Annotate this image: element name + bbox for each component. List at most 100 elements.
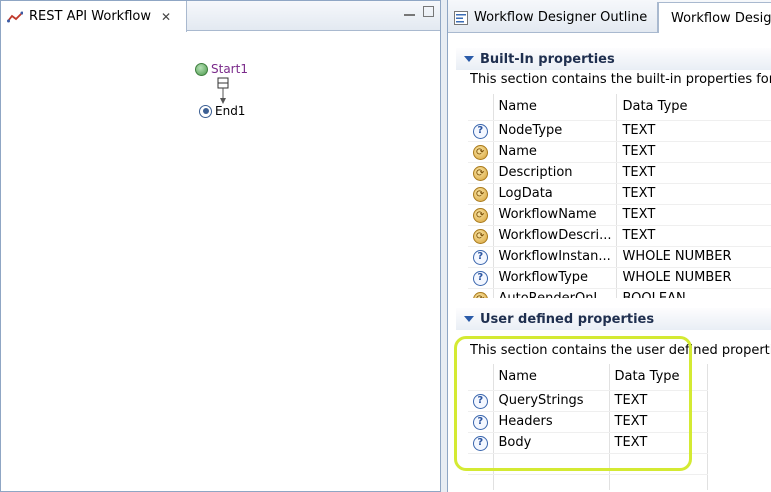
user-properties-header[interactable]: User defined properties [456,308,771,330]
row-icon-cell: ⟳ [468,183,494,205]
question-icon: ? [472,124,488,139]
properties-tab-bar: Workflow Designer Outline Workflow Desig… [448,0,771,33]
property-type: WHOLE NUMBER [616,267,771,289]
row-icon-cell: ? [468,267,494,289]
question-icon: ? [472,271,488,286]
properties-pane: Workflow Designer Outline Workflow Desig… [447,0,771,492]
user-properties-description: This section contains the user defined p… [470,343,771,358]
table-row[interactable]: ? Headers TEXT [468,411,708,433]
editor-tab-title: REST API Workflow [29,9,151,24]
empty-row [468,453,708,475]
property-type: TEXT [616,225,771,247]
row-icon-cell: ⟳ [468,162,494,184]
end-node-label: End1 [215,104,246,118]
empty-row [468,474,708,490]
inherited-property-icon: ⟳ [472,207,488,223]
inherited-property-icon: ⟳ [472,186,488,202]
builtin-properties-header[interactable]: Built-In properties [456,48,771,70]
icon-column-header [468,94,494,121]
tab-workflow-designer-outline[interactable]: Workflow Designer Outline [448,2,658,33]
property-name: WorkflowName [493,204,618,226]
property-name: WorkflowDescri... [493,225,618,247]
property-name: Body [493,432,610,454]
editor-tab-rest-api-workflow[interactable]: REST API Workflow ✕ [1,1,187,32]
start-node-label: Start1 [211,62,248,76]
window-controls [404,6,434,17]
property-type: TEXT [616,204,771,226]
start-node[interactable]: Start1 [195,62,248,76]
editor-tab-bar: REST API Workflow ✕ [1,1,440,32]
collapse-triangle-icon[interactable] [464,56,474,62]
user-properties-title: User defined properties [480,311,655,327]
tab-workflow-designer-properties[interactable]: Workflow Designer Properties [658,2,771,33]
table-header-row: Name Data Type [468,94,771,121]
row-icon-cell: ⟳ [468,288,494,298]
inherited-property-icon: ⟳ [472,165,488,181]
user-properties-table-viewport[interactable]: Name Data Type ? QueryStrings TEXT? Headers… [468,364,771,490]
data-type-column-header[interactable]: Data Type [616,94,771,121]
table-row[interactable]: ? QueryStrings TEXT [468,390,708,412]
table-header-row: Name Data Type [468,364,708,391]
property-name: Headers [493,411,610,433]
name-column-header[interactable]: Name [493,364,610,391]
builtin-properties-table: Name Data Type ? NodeType TEXT ⟳ Name TEXT ⟳ De… [468,94,771,298]
data-type-column-header[interactable]: Data Type [609,364,708,391]
table-row[interactable]: ? Body TEXT [468,432,708,454]
row-icon-cell: ? [468,120,494,142]
table-row[interactable]: ⟳ LogData TEXT [468,183,771,205]
property-type: TEXT [616,120,771,142]
property-type: BOOLEAN [616,288,771,298]
property-type: TEXT [616,141,771,163]
inherited-property-icon: ⟳ [472,228,488,244]
question-icon: ? [472,250,488,265]
table-row[interactable]: ⟳ WorkflowName TEXT [468,204,771,226]
row-icon-cell: ⟳ [468,225,494,247]
question-icon: ? [472,415,488,430]
property-type: TEXT [609,411,708,433]
workflow-editor-pane: REST API Workflow ✕ Start1 End1 [0,0,441,492]
name-column-header[interactable]: Name [493,94,618,121]
row-icon-cell: ? [468,390,494,412]
builtin-properties-table-viewport[interactable]: Name Data Type ? NodeType TEXT ⟳ Name TEXT ⟳ De… [468,94,771,298]
icon-column-header [468,364,494,391]
property-type: TEXT [609,390,708,412]
inherited-property-icon: ⟳ [472,291,488,298]
row-icon-cell: ? [468,246,494,268]
table-row[interactable]: ⟳ Description TEXT [468,162,771,184]
row-icon-cell: ? [468,411,494,433]
property-type: TEXT [616,162,771,184]
row-icon-cell: ⟳ [468,141,494,163]
close-icon[interactable]: ✕ [161,10,171,24]
table-row[interactable]: ? WorkflowInstan... WHOLE NUMBER [468,246,771,268]
end-node-icon [199,104,212,118]
tab-label: Workflow Designer Outline [474,10,648,25]
table-row[interactable]: ? WorkflowType WHOLE NUMBER [468,267,771,289]
tab-label: Workflow Designer Properties [671,10,771,26]
inherited-property-icon: ⟳ [472,144,488,160]
table-row[interactable]: ? NodeType TEXT [468,120,771,142]
collapse-triangle-icon[interactable] [464,316,474,322]
builtin-properties-description: This section contains the built-in prope… [470,72,771,87]
table-row[interactable]: ⟳ AutoRenderOnI...BOOLEAN [468,288,771,298]
property-name: WorkflowType [493,267,618,289]
property-name: AutoRenderOnI... [493,288,618,298]
builtin-properties-title: Built-In properties [480,51,615,67]
property-type: TEXT [609,432,708,454]
start-node-icon [195,62,208,76]
minimize-icon[interactable] [404,6,415,16]
maximize-icon[interactable] [423,6,434,17]
question-icon: ? [472,436,488,451]
table-row[interactable]: ⟳ WorkflowDescri... TEXT [468,225,771,247]
row-icon-cell: ⟳ [468,204,494,226]
workflow-icon [7,11,23,22]
connector-arrow[interactable] [217,77,229,105]
property-name: LogData [493,183,618,205]
end-node[interactable]: End1 [199,104,245,118]
table-row[interactable]: ⟳ Name TEXT [468,141,771,163]
workflow-canvas[interactable]: Start1 End1 [1,32,440,491]
user-properties-table: Name Data Type ? QueryStrings TEXT? Headers… [468,364,708,490]
property-name: NodeType [493,120,618,142]
property-type: TEXT [616,183,771,205]
question-icon: ? [472,394,488,409]
property-name: Name [493,141,618,163]
